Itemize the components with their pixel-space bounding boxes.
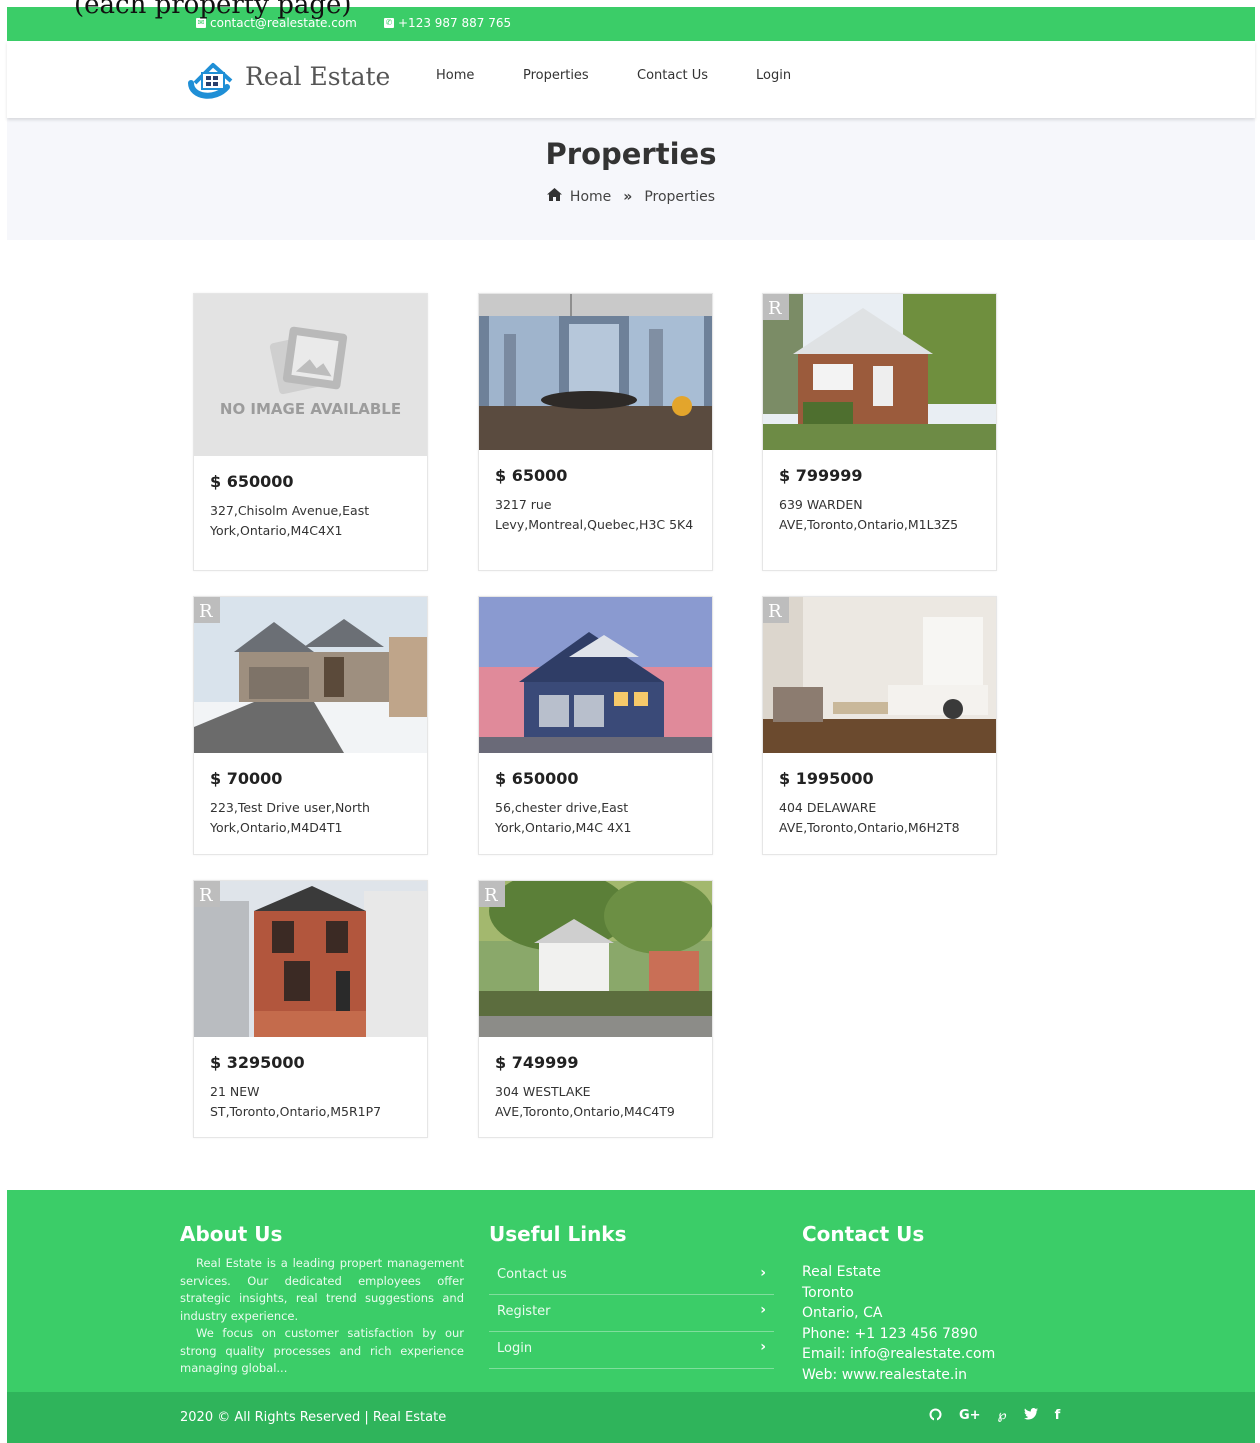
- nav-login[interactable]: Login: [756, 68, 791, 83]
- footer-about-text: Real Estate is a leading propert managem…: [180, 1255, 464, 1378]
- property-card[interactable]: R $ 1995000 404 DELAWARE AVE,Toronto,Ont…: [762, 596, 997, 855]
- about-paragraph-1: Real Estate is a leading propert managem…: [180, 1256, 464, 1323]
- listing-address: 639 WARDEN AVE,Toronto,Ontario,M1L3Z5: [779, 497, 959, 532]
- contact-line-web[interactable]: Web: www.realestate.in: [802, 1365, 995, 1386]
- svg-text:R: R: [199, 601, 213, 622]
- breadcrumb: Home » Properties: [7, 188, 1255, 205]
- page-title: Properties: [545, 137, 717, 171]
- google-plus-icon[interactable]: G+: [959, 1408, 981, 1425]
- listing-address: 3217 rue Levy,Montreal,Quebec,H3C 5K4: [495, 497, 694, 532]
- double-chevron-right-icon: »: [623, 188, 633, 205]
- footer-link-contact-us[interactable]: Contact us ›: [489, 1258, 774, 1295]
- dining-room-photo: [479, 294, 712, 450]
- listing-price: $ 3295000: [210, 1053, 305, 1072]
- listing-address: 223,Test Drive user,North York,Ontario,M…: [210, 800, 370, 835]
- footer-link-label: Register: [497, 1304, 551, 1319]
- no-image-text: NO IMAGE AVAILABLE: [219, 400, 402, 418]
- pinterest-icon[interactable]: ℘: [998, 1408, 1007, 1425]
- nav-home[interactable]: Home: [436, 68, 474, 83]
- footer-contact-details: Real Estate Toronto Ontario, CA Phone: +…: [802, 1262, 995, 1386]
- facebook-icon[interactable]: f: [1055, 1408, 1061, 1425]
- chevron-right-icon: ›: [760, 1265, 766, 1281]
- property-card[interactable]: R $ 3295000 21 NEW ST,Toronto,Ontario,M5…: [193, 880, 428, 1138]
- footer-about-title: About Us: [180, 1222, 283, 1246]
- page-caption: (each property page): [74, 0, 352, 20]
- no-image-placeholder: NO IMAGE AVAILABLE: [194, 294, 427, 456]
- house-logo-icon: [187, 53, 237, 99]
- topbar-phone-text: +123 987 887 765: [398, 16, 512, 30]
- listing-address: 21 NEW ST,Toronto,Ontario,M5R1P7: [210, 1084, 382, 1119]
- listing-address: 56,chester drive,East York,Ontario,M4C 4…: [495, 800, 632, 835]
- phone-icon: ✆: [384, 18, 394, 28]
- contact-line-email[interactable]: Email: info@realestate.com: [802, 1344, 995, 1365]
- breadcrumb-home[interactable]: Home: [570, 189, 611, 205]
- breadcrumb-current: Properties: [644, 188, 716, 205]
- svg-text:R: R: [199, 885, 213, 906]
- listing-address: 304 WESTLAKE AVE,Toronto,Ontario,M4C4T9: [495, 1084, 675, 1119]
- brand-name: Real Estate: [245, 61, 391, 91]
- contact-line-region: Ontario, CA: [802, 1305, 883, 1322]
- contact-line-city: Toronto: [802, 1284, 854, 1301]
- property-card[interactable]: NO IMAGE AVAILABLE $ 650000 327,Chisolm …: [193, 293, 428, 571]
- tree-lined-house-photo: R: [479, 881, 712, 1037]
- chevron-right-icon: ›: [760, 1339, 766, 1355]
- listing-price: $ 799999: [779, 466, 863, 485]
- home-icon: [546, 188, 562, 205]
- page-frame: ✉ contact@realestate.com ✆ +123 987 887 …: [7, 7, 1255, 1443]
- listing-price: $ 650000: [495, 769, 579, 788]
- contact-line-phone[interactable]: Phone: +1 123 456 7890: [802, 1324, 995, 1345]
- brand-logo[interactable]: Real Estate: [187, 53, 390, 99]
- github-icon[interactable]: [929, 1408, 942, 1425]
- svg-text:R: R: [768, 601, 782, 622]
- property-card[interactable]: R $ 799999 639 WARDEN AVE,Toronto,Ontari…: [762, 293, 997, 571]
- property-card[interactable]: R $ 749999 304 WESTLAKE AVE,Toronto,Onta…: [478, 880, 713, 1138]
- footer-link-label: Login: [497, 1341, 533, 1356]
- property-card[interactable]: $ 650000 56,chester drive,East York,Onta…: [478, 596, 713, 855]
- main-navbar: Real Estate Home Properties Contact Us L…: [7, 41, 1255, 118]
- listing-price: $ 749999: [495, 1053, 579, 1072]
- chevron-right-icon: ›: [760, 1302, 766, 1318]
- listing-address: 404 DELAWARE AVE,Toronto,Ontario,M6H2T8: [779, 800, 960, 835]
- listing-address: 327,Chisolm Avenue,East York,Ontario,M4C…: [210, 503, 370, 538]
- footer-bottom-bar: 2020 © All Rights Reserved | Real Estate…: [7, 1392, 1255, 1443]
- footer-link-login[interactable]: Login ›: [489, 1332, 774, 1369]
- property-card[interactable]: R $ 70000 223,Test Drive user,North York…: [193, 596, 428, 855]
- listing-price: $ 650000: [210, 472, 294, 491]
- twitter-icon[interactable]: [1023, 1408, 1038, 1425]
- listing-price: $ 70000: [210, 769, 283, 788]
- contact-line-name: Real Estate: [802, 1264, 881, 1280]
- svg-text:R: R: [768, 298, 782, 319]
- site-footer: About Us Real Estate is a leading proper…: [7, 1190, 1255, 1392]
- house-at-dusk-photo: [479, 597, 712, 753]
- living-room-photo: R: [763, 597, 996, 753]
- red-brick-house-photo: R: [194, 881, 427, 1037]
- brick-bungalow-photo: R: [763, 294, 996, 450]
- footer-contact-title: Contact Us: [802, 1222, 925, 1246]
- copyright-text: 2020 © All Rights Reserved | Real Estate: [180, 1410, 447, 1425]
- footer-links-title: Useful Links: [489, 1222, 627, 1246]
- footer-link-label: Contact us: [497, 1267, 567, 1282]
- property-card[interactable]: $ 65000 3217 rue Levy,Montreal,Quebec,H3…: [478, 293, 713, 571]
- nav-contact-us[interactable]: Contact Us: [637, 68, 708, 83]
- svg-text:R: R: [484, 885, 498, 906]
- topbar-phone[interactable]: ✆ +123 987 887 765: [384, 16, 511, 30]
- nav-properties[interactable]: Properties: [523, 68, 589, 83]
- listing-price: $ 65000: [495, 466, 568, 485]
- social-links: G+ ℘ f: [929, 1408, 1060, 1425]
- footer-link-register[interactable]: Register ›: [489, 1295, 774, 1332]
- snowy-house-photo: R: [194, 597, 427, 753]
- listing-price: $ 1995000: [779, 769, 874, 788]
- about-paragraph-2: We focus on customer satisfaction by our…: [180, 1326, 464, 1375]
- page-header-banner: Properties Home » Properties: [7, 118, 1255, 240]
